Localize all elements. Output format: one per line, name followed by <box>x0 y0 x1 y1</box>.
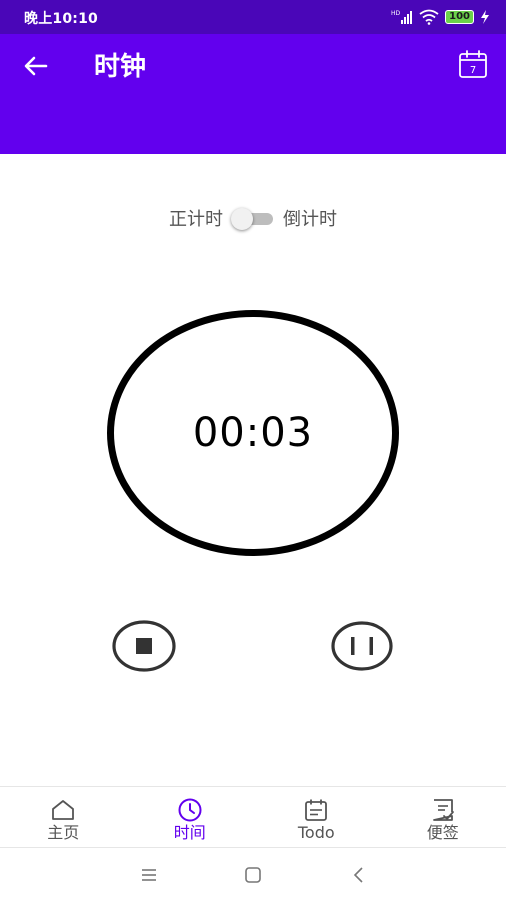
count-up-label: 正计时 <box>169 209 223 230</box>
status-icons: HD 100 <box>391 9 490 25</box>
status-bar: 晚上10:10 HD 100 <box>0 0 506 34</box>
page-title: 时钟 <box>94 52 147 82</box>
nav-item-time[interactable]: 时间 <box>127 787 254 847</box>
timer-time: 00:03 <box>192 410 314 456</box>
battery-icon: 100 <box>445 10 474 24</box>
back-chevron-icon <box>353 867 363 883</box>
nav-label-time: 时间 <box>173 823 206 842</box>
app-bar: 时钟 7 <box>0 34 506 154</box>
calendar-day: 7 <box>470 65 476 76</box>
menu-icon <box>142 869 156 881</box>
svg-text:HD: HD <box>391 10 401 17</box>
calendar-icon: 7 <box>459 50 487 78</box>
status-time: 晚上10:10 <box>24 11 98 27</box>
note-check-icon <box>432 799 454 821</box>
countdown-label: 倒计时 <box>283 209 337 230</box>
nav-item-todo[interactable]: Todo <box>253 787 380 847</box>
stop-button[interactable] <box>112 619 176 673</box>
pause-icon <box>331 621 393 671</box>
system-menu-button[interactable] <box>138 864 160 886</box>
nav-label-todo: Todo <box>297 823 335 842</box>
nav-label-notes: 便签 <box>426 823 459 842</box>
switch-thumb <box>231 208 253 230</box>
home-square-icon <box>245 867 261 883</box>
nav-item-home[interactable]: 主页 <box>0 787 127 847</box>
back-arrow-icon <box>24 56 48 76</box>
calendar-button[interactable]: 7 <box>456 48 490 82</box>
timer-mode-row: 正计时 倒计时 <box>0 202 506 234</box>
timer-mode-switch[interactable] <box>231 207 275 230</box>
back-button[interactable] <box>20 50 52 82</box>
wifi-icon <box>419 9 439 25</box>
system-back-button[interactable] <box>348 864 370 886</box>
timer-display: 00:03 <box>107 310 399 556</box>
system-nav-bar <box>0 848 506 900</box>
clock-icon <box>178 798 202 822</box>
system-home-button[interactable] <box>242 864 264 886</box>
stop-icon <box>112 620 176 672</box>
pause-button[interactable] <box>330 619 394 673</box>
charging-icon <box>481 10 489 24</box>
home-icon <box>52 800 75 820</box>
nav-label-home: 主页 <box>47 823 80 842</box>
nav-item-notes[interactable]: 便签 <box>380 787 506 847</box>
hd-signal-icon: HD <box>391 10 413 24</box>
bottom-nav: 主页 时间 Todo 便签 <box>0 786 506 848</box>
calendar-list-icon <box>305 799 328 821</box>
